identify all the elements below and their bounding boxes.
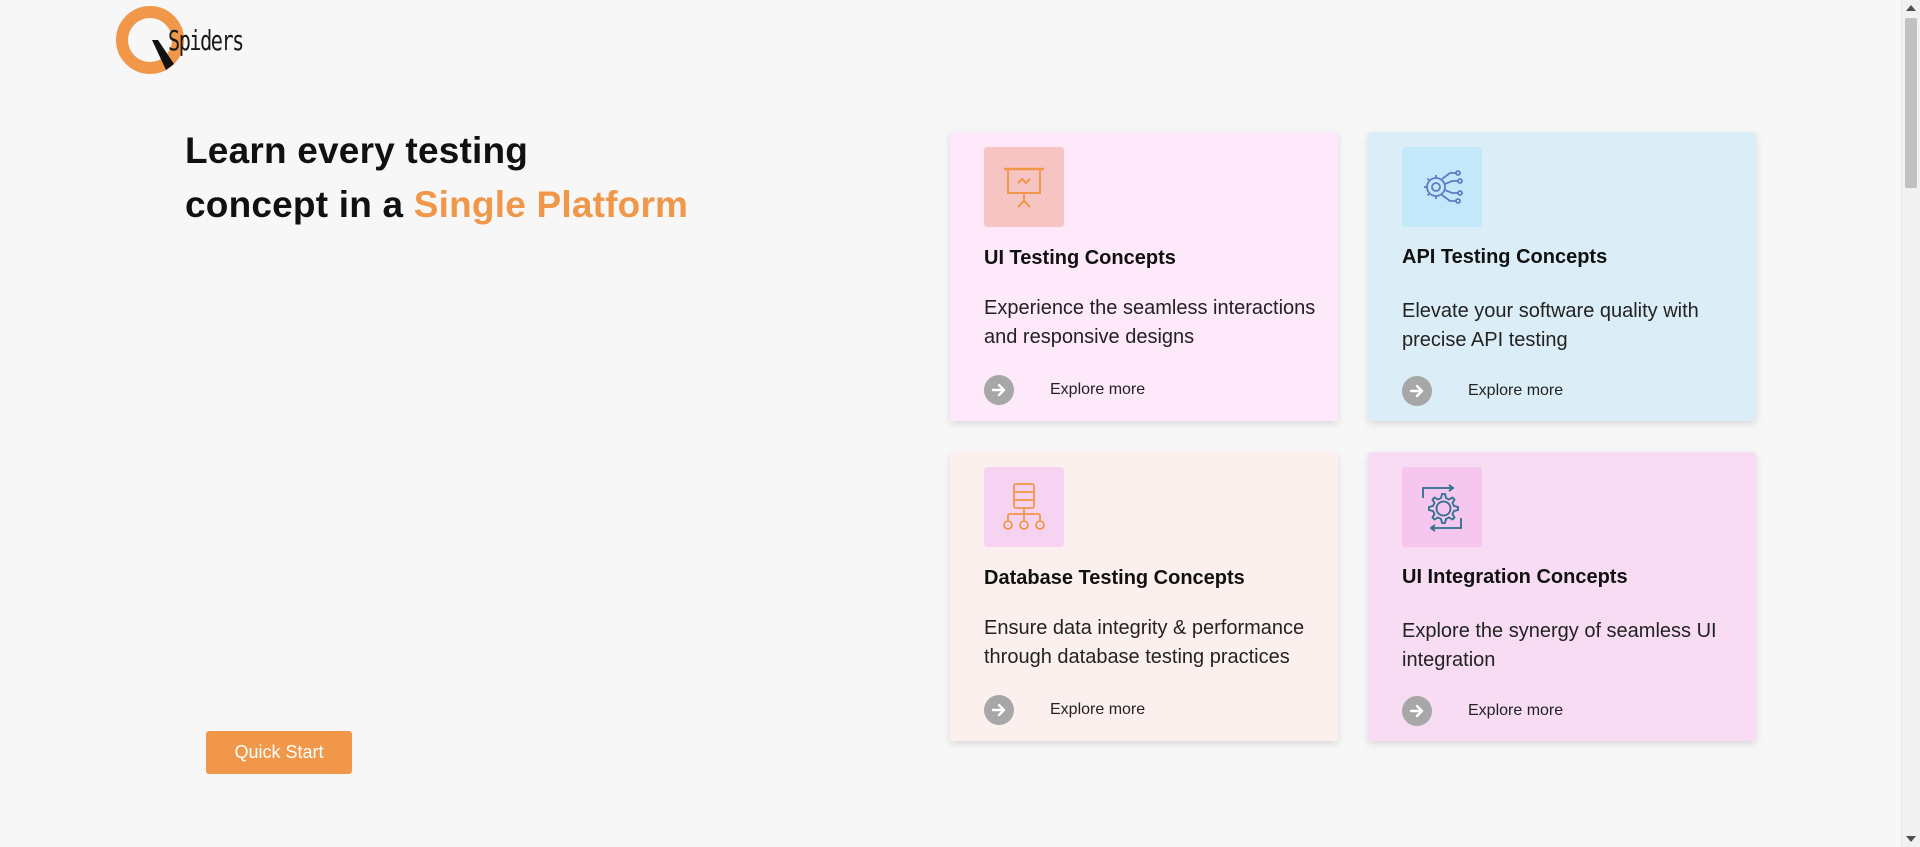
logo-text: Spiders: [168, 24, 244, 57]
explore-more-link[interactable]: Explore more: [984, 695, 1145, 725]
arrow-right-icon: [984, 695, 1014, 725]
explore-more-link[interactable]: Explore more: [1402, 696, 1563, 726]
card-database-testing[interactable]: Database Testing Concepts Ensure data in…: [950, 452, 1338, 741]
api-gear-circuit-icon: [1402, 147, 1482, 227]
arrow-right-icon: [984, 375, 1014, 405]
page: Spiders Learn every testing concept in a…: [0, 0, 1920, 847]
database-network-icon: [984, 467, 1064, 547]
ui-gear-sync-icon: [1402, 467, 1482, 547]
explore-more-link[interactable]: Explore more: [984, 375, 1145, 405]
arrow-right-icon: [1402, 376, 1432, 406]
vertical-scrollbar[interactable]: [1901, 0, 1920, 847]
scroll-up-icon[interactable]: [1906, 5, 1916, 11]
card-description: Explore the synergy of seamless UI integ…: [1402, 620, 1717, 671]
card-description: Ensure data integrity & performance thro…: [984, 617, 1305, 668]
card-ui-testing[interactable]: UI Testing Concepts Experience the seaml…: [950, 132, 1338, 421]
card-api-testing[interactable]: API Testing Concepts Elevate your softwa…: [1368, 132, 1756, 421]
hero-title-line2: concept in a: [185, 184, 414, 225]
site-logo[interactable]: Spiders: [114, 4, 254, 86]
arrow-right-icon: [1402, 696, 1432, 726]
card-title: UI Integration Concepts: [1402, 566, 1628, 588]
hero-title-line1: Learn every testing: [185, 130, 529, 171]
explore-more-label: Explore more: [1468, 382, 1564, 399]
card-title: Database Testing Concepts: [984, 567, 1245, 589]
presentation-board-icon: [984, 147, 1064, 227]
card-title: UI Testing Concepts: [984, 247, 1176, 269]
card-description: Experience the seamless interactions and…: [984, 297, 1316, 348]
hero-title: Learn every testing concept in a Single …: [185, 124, 785, 232]
explore-more-label: Explore more: [1050, 701, 1146, 718]
card-ui-integration[interactable]: UI Integration Concepts Explore the syne…: [1368, 452, 1756, 741]
quick-start-button[interactable]: Quick Start: [206, 731, 352, 774]
hero-title-accent: Single Platform: [413, 184, 689, 225]
card-description: Elevate your software quality with preci…: [1402, 300, 1699, 351]
card-title: API Testing Concepts: [1402, 246, 1608, 268]
explore-more-label: Explore more: [1468, 702, 1564, 719]
explore-more-label: Explore more: [1050, 381, 1146, 398]
scrollbar-thumb[interactable]: [1905, 18, 1917, 188]
explore-more-link[interactable]: Explore more: [1402, 376, 1563, 406]
scroll-down-icon[interactable]: [1906, 836, 1916, 842]
